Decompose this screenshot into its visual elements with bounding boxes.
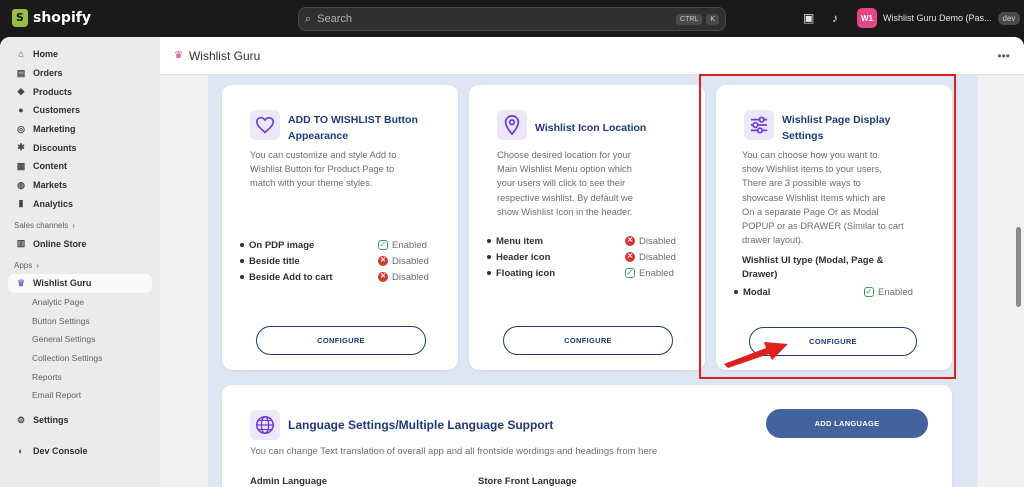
sidebar-item-marketing[interactable]: ◎ Marketing <box>0 120 160 139</box>
discount-icon: ✱ <box>17 142 25 153</box>
chevron-right-icon: › <box>36 260 39 270</box>
sidebar-item-wishlist-guru[interactable]: ♛ Wishlist Guru <box>8 273 152 293</box>
sidebar-item-products[interactable]: ◆ Products <box>0 82 160 101</box>
bullet <box>487 255 491 259</box>
card-description: Choose desired location for your Main Wis… <box>497 150 633 217</box>
sales-channels-heading[interactable]: Sales channels › <box>0 217 160 234</box>
sidebar-item-dev-console[interactable]: ◐ Dev Console <box>0 441 160 460</box>
search-input[interactable]: ⌕ Search CTRL K <box>298 7 726 31</box>
avatar: W1 <box>857 8 877 28</box>
check-icon: ✓ <box>378 240 388 250</box>
card-title: ADD TO WISHLIST Button Appearance <box>288 114 418 142</box>
status-badge: ✕ Disabled <box>625 236 676 247</box>
home-icon: ⌂ <box>18 49 24 60</box>
feature-row: Beside title ✕ Disabled <box>240 253 440 269</box>
cross-icon: ✕ <box>378 272 388 282</box>
status-badge: ✕ Disabled <box>378 272 429 283</box>
status-badge: ✓ Enabled <box>378 239 427 251</box>
cross-icon: ✕ <box>378 256 388 266</box>
cross-icon: ✕ <box>625 252 635 262</box>
content-icon: ▦ <box>16 160 26 171</box>
status-badge: ✕ Disabled <box>378 256 429 267</box>
sidebar-item-online-store[interactable]: ▥ Online Store <box>0 234 160 253</box>
sidebar-item-customers[interactable]: ● Customers <box>0 101 160 120</box>
feature-row: Header icon ✕ Disabled <box>487 249 687 265</box>
tag-icon: ◆ <box>17 86 25 97</box>
bullet <box>487 271 491 275</box>
sidebar-item-discounts[interactable]: ✱ Discounts <box>0 138 160 157</box>
heart-icon <box>250 110 280 140</box>
globe-icon <box>250 410 280 440</box>
cross-icon: ✕ <box>625 236 635 246</box>
feature-row: Floating icon ✓ Enabled <box>487 265 687 281</box>
target-icon: ◎ <box>17 123 25 134</box>
more-actions-icon[interactable]: ••• <box>997 49 1010 63</box>
sidebar-item-home[interactable]: ⌂ Home <box>0 45 160 64</box>
check-icon: ✓ <box>625 268 635 278</box>
bullet <box>487 239 491 243</box>
console-icon: ◐ <box>18 445 24 456</box>
page-title: Wishlist Guru <box>188 48 261 63</box>
crown-icon: ♛ <box>174 50 183 61</box>
status-badge: ✕ Disabled <box>625 252 676 263</box>
location-pin-icon <box>497 110 527 140</box>
sidebar: ⌂ Home ▤ Orders ◆ Products ● Customers ◎ Mark… <box>0 37 160 487</box>
feature-row: On PDP image ✓ Enabled <box>240 237 440 253</box>
bullet <box>240 243 244 247</box>
search-icon: ⌕ <box>305 12 312 25</box>
red-arrow-icon <box>724 342 788 368</box>
feature-row: Beside Add to cart ✕ Disabled <box>240 269 440 285</box>
admin-language-label: Admin Language <box>250 476 328 487</box>
feature-row: Menu item ✕ Disabled <box>487 233 687 249</box>
store-menu[interactable]: W1 Wishlist Guru Demo (Pas... dev <box>857 8 1021 28</box>
bullet <box>240 275 244 279</box>
card-title: Wishlist Icon Location <box>535 122 647 134</box>
scrollbar[interactable] <box>1016 227 1021 307</box>
sidebar-subitem-collection-settings[interactable]: Collection Settings <box>0 349 160 368</box>
dev-badge: dev <box>997 11 1021 25</box>
card-add-to-wishlist: ADD TO WISHLIST Button Appearance You can… <box>222 85 458 370</box>
configure-button[interactable]: CONFIGURE <box>256 326 426 355</box>
store-front-language-label: Store Front Language <box>478 476 577 487</box>
crown-icon: ♛ <box>16 277 26 288</box>
sidebar-item-settings[interactable]: ⚙ Settings <box>0 411 160 430</box>
store-icon: ▥ <box>16 238 26 249</box>
top-bar: shopify ⌕ Search CTRLK ▣ ♪ W1 Wishlist G… <box>0 0 1024 37</box>
apps-heading[interactable]: Apps › <box>0 257 160 274</box>
chevron-right-icon: › <box>72 221 75 231</box>
sidebar-item-orders[interactable]: ▤ Orders <box>0 64 160 83</box>
sidebar-subitem-general-settings[interactable]: General Settings <box>0 330 160 349</box>
sidebar-subitem-email-report[interactable]: Email Report <box>0 386 160 405</box>
globe-icon: ◍ <box>17 179 25 190</box>
configure-button[interactable]: CONFIGURE <box>503 326 673 355</box>
card-language-settings: Language Settings/Multiple Language Supp… <box>222 385 952 487</box>
sidebar-item-analytics[interactable]: ▮ Analytics <box>0 195 160 214</box>
shopify-logo[interactable]: shopify <box>12 9 91 27</box>
person-icon: ● <box>18 105 24 116</box>
sidebar-subitem-analytic-page[interactable]: Analytic Page <box>0 293 160 312</box>
add-language-button[interactable]: ADD LANGUAGE <box>766 409 928 438</box>
app-header: ♛ Wishlist Guru ••• <box>160 37 1024 75</box>
shopify-bag-icon <box>12 9 28 27</box>
section-description: You can change Text translation of overa… <box>250 446 658 457</box>
section-title: Language Settings/Multiple Language Supp… <box>288 418 554 432</box>
bullet <box>240 259 244 263</box>
orders-icon: ▤ <box>16 67 26 78</box>
sidebar-subitem-reports[interactable]: Reports <box>0 367 160 386</box>
card-description: You can customize and style Add to Wishli… <box>250 150 397 189</box>
sidebar-item-content[interactable]: ▦ Content <box>0 157 160 176</box>
sidebar-subitem-button-settings[interactable]: Button Settings <box>0 311 160 330</box>
search-shortcut: CTRL K <box>676 13 719 25</box>
sidebar-item-markets[interactable]: ◍ Markets <box>0 176 160 195</box>
card-wishlist-icon-location: Wishlist Icon Location Choose desired lo… <box>469 85 705 370</box>
gear-icon: ⚙ <box>16 414 26 425</box>
bell-icon[interactable]: ♪ <box>832 11 838 25</box>
chart-icon: ▮ <box>18 198 24 209</box>
status-badge: ✓ Enabled <box>625 267 674 279</box>
inbox-icon[interactable]: ▣ <box>803 11 814 25</box>
